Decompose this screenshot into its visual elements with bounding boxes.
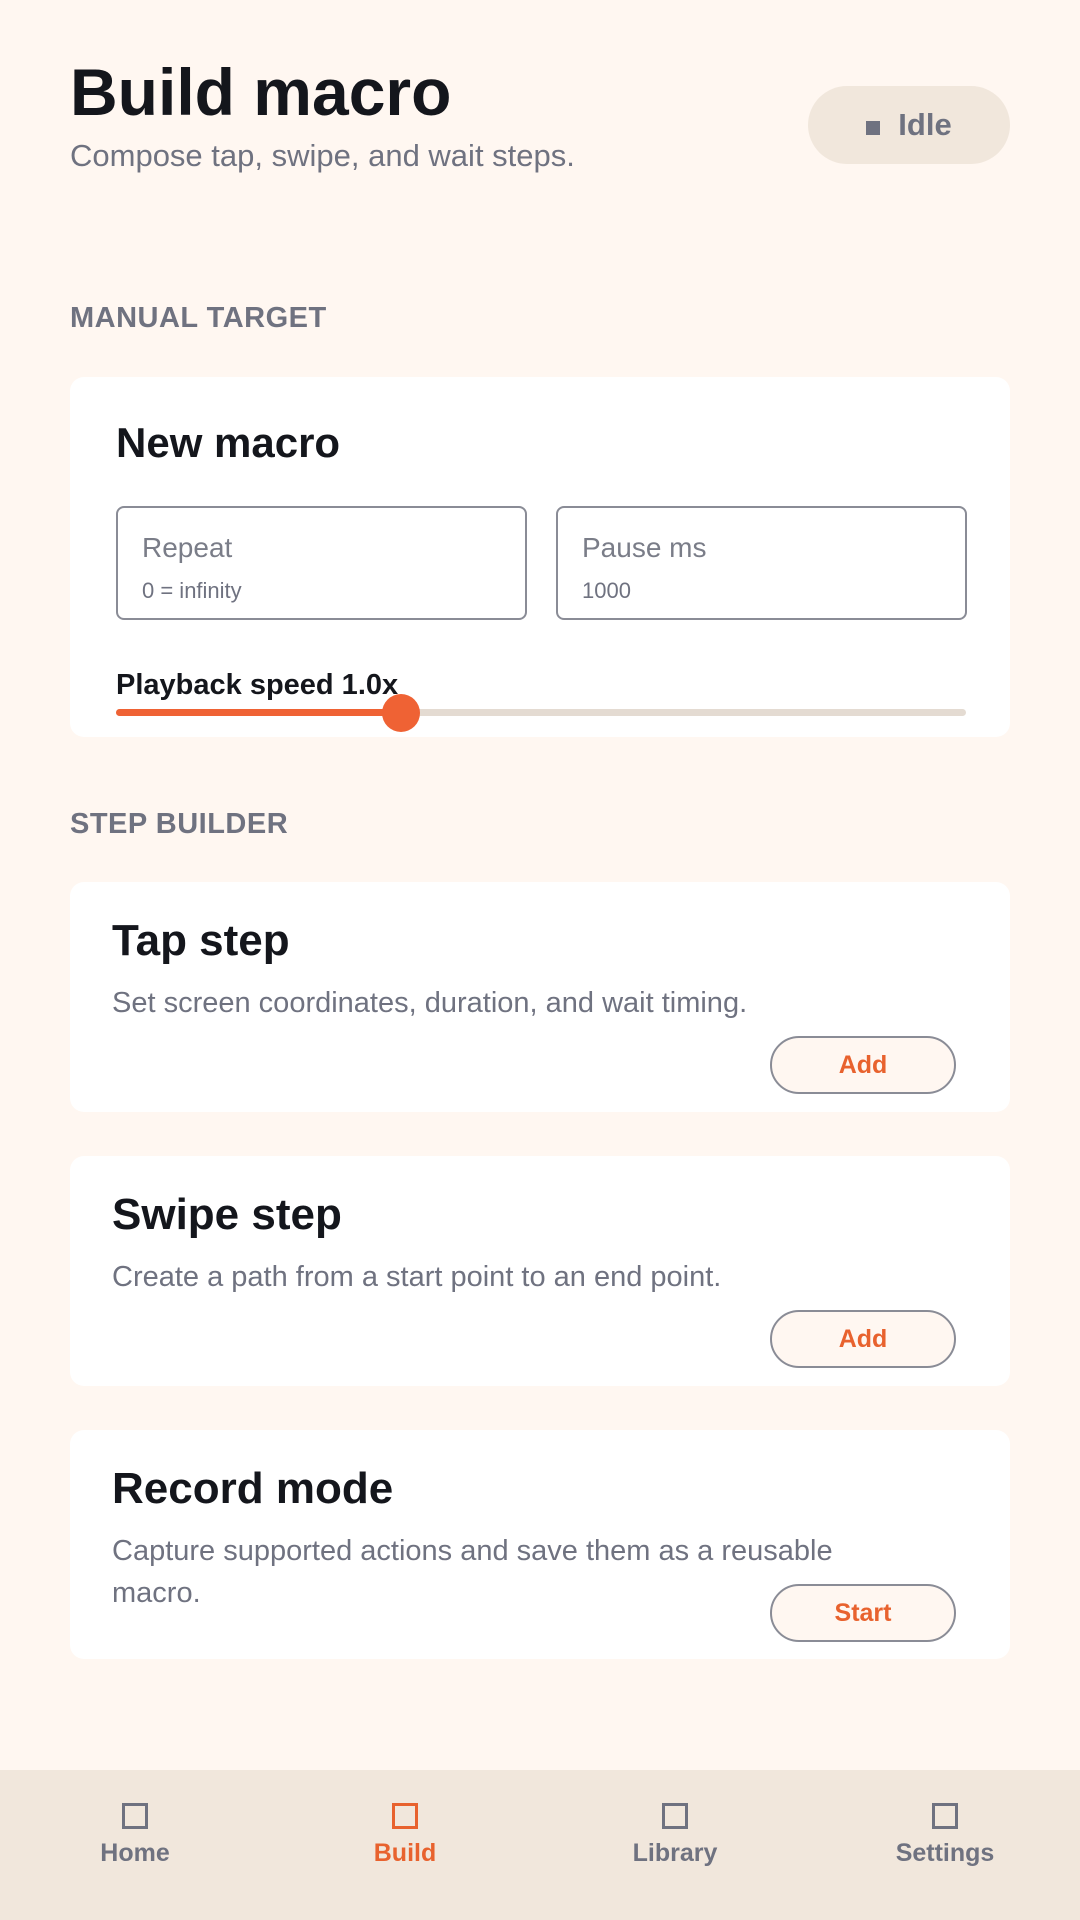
swipe-step-card: Swipe step Create a path from a start po… <box>70 1156 1010 1386</box>
step-description: Set screen coordinates, duration, and wa… <box>112 987 748 1019</box>
step-description: Create a path from a start point to an e… <box>112 1261 722 1293</box>
home-icon <box>122 1803 148 1829</box>
add-tap-step-button[interactable]: Add <box>770 1036 956 1094</box>
repeat-field-placeholder: 0 = infinity <box>142 578 242 603</box>
nav-label: Home <box>100 1839 170 1867</box>
status-badge: Idle <box>808 86 1010 164</box>
nav-label: Library <box>632 1839 718 1867</box>
nav-item-library[interactable]: Library <box>540 1770 810 1920</box>
library-icon <box>662 1803 688 1829</box>
build-icon <box>392 1803 418 1829</box>
slider-fill <box>116 709 401 716</box>
playback-speed-slider[interactable] <box>116 694 966 732</box>
status-label: Idle <box>898 107 952 142</box>
macro-settings-card: New macro Repeat 0 = infinity Pause ms 1… <box>70 377 1010 737</box>
nav-item-settings[interactable]: Settings <box>810 1770 1080 1920</box>
nav-label: Build <box>373 1839 437 1867</box>
slider-thumb[interactable] <box>381 694 420 732</box>
page-header: Build macro Compose tap, swipe, and wait… <box>70 54 1010 194</box>
repeat-field[interactable]: Repeat 0 = infinity <box>116 506 527 620</box>
bottom-nav: Home Build Library Settings <box>0 1770 1080 1920</box>
pause-ms-field[interactable]: Pause ms 1000 <box>556 506 967 620</box>
pause-field-value: 1000 <box>582 578 631 603</box>
nav-item-build[interactable]: Build <box>270 1770 540 1920</box>
step-title: Swipe step <box>112 1190 342 1239</box>
pause-field-label: Pause ms <box>582 532 707 563</box>
step-title: Record mode <box>112 1464 394 1513</box>
macro-card-title: New macro <box>116 419 341 466</box>
section-label-step-builder: STEP BUILDER <box>70 808 289 840</box>
playback-speed-label: Playback speed 1.0x <box>116 669 399 701</box>
settings-icon <box>932 1803 958 1829</box>
nav-label: Settings <box>895 1839 995 1867</box>
tap-step-card: Tap step Set screen coordinates, duratio… <box>70 882 1010 1112</box>
nav-item-home[interactable]: Home <box>0 1770 270 1920</box>
record-mode-card: Record mode Capture supported actions an… <box>70 1430 1010 1659</box>
start-record-button[interactable]: Start <box>770 1584 956 1642</box>
stop-icon <box>866 121 881 135</box>
add-swipe-step-button[interactable]: Add <box>770 1310 956 1368</box>
step-title: Tap step <box>112 916 290 965</box>
section-label-manual-target: MANUAL TARGET <box>70 302 327 334</box>
repeat-field-label: Repeat <box>142 532 233 563</box>
